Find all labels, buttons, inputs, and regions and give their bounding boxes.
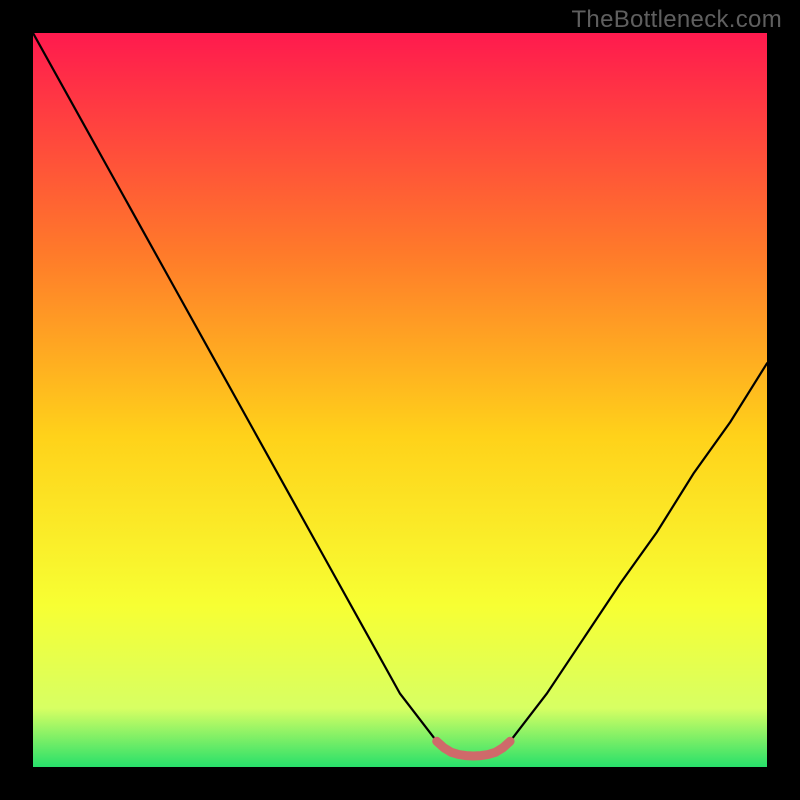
chart-frame: TheBottleneck.com (0, 0, 800, 800)
chart-svg (33, 33, 767, 767)
gradient-background (33, 33, 767, 767)
watermark-text: TheBottleneck.com (571, 6, 782, 34)
plot-area (33, 33, 767, 767)
